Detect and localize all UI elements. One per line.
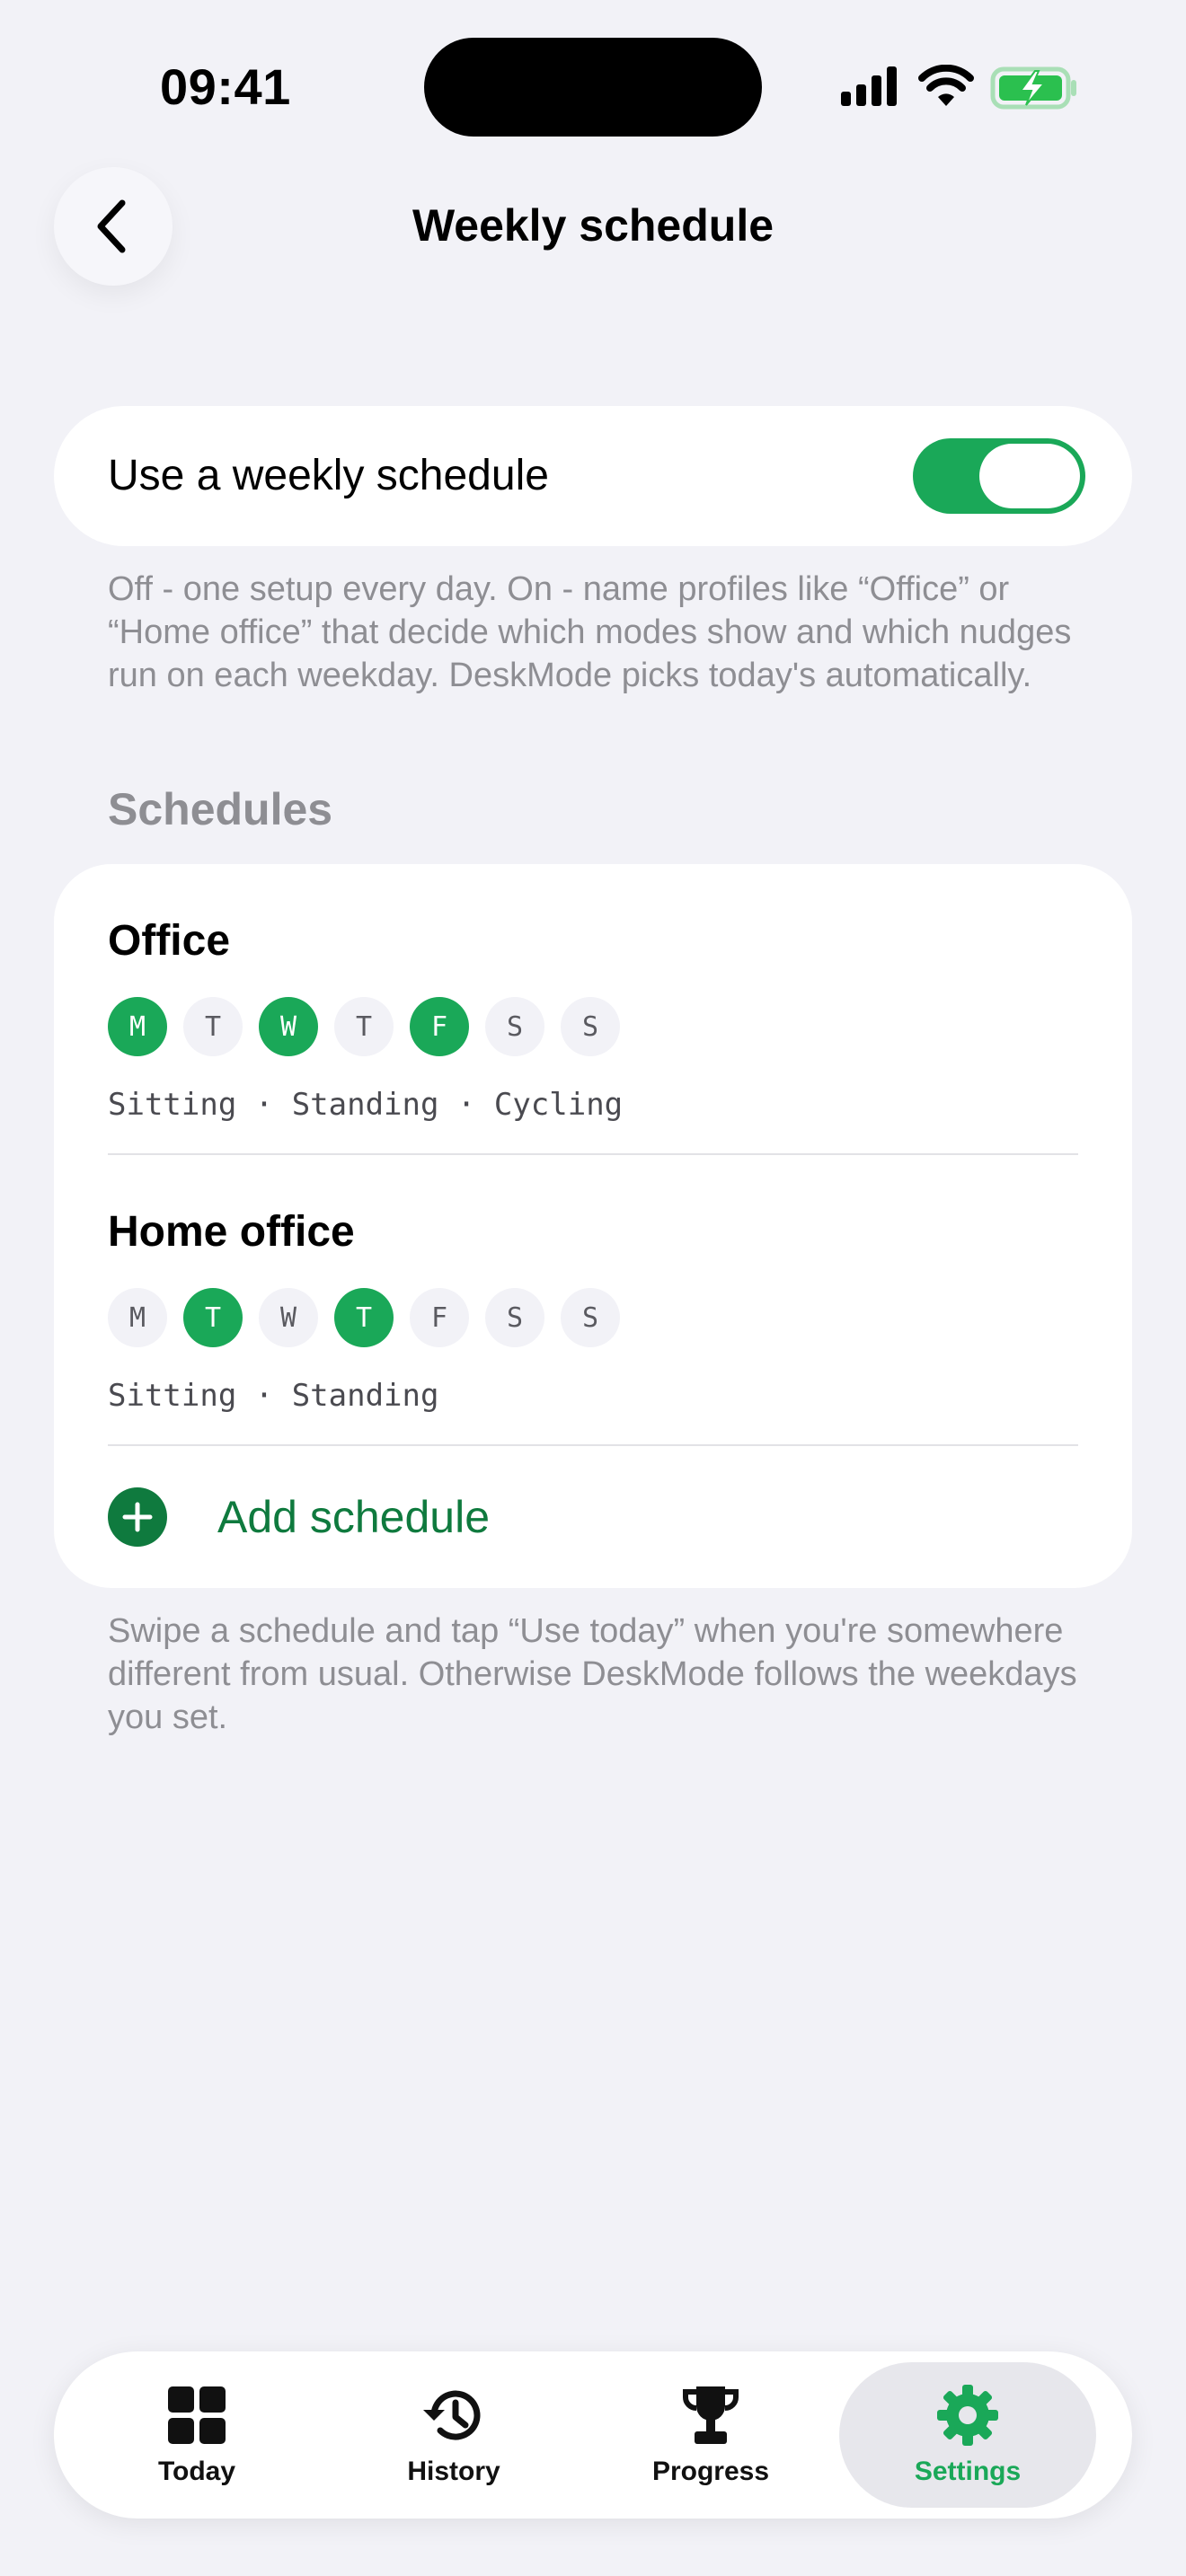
day-sunday: S (561, 997, 620, 1056)
weekly-schedule-label: Use a weekly schedule (108, 452, 549, 499)
day-saturday: S (485, 997, 544, 1056)
add-schedule-label: Add schedule (217, 1492, 491, 1542)
dynamic-island (424, 38, 762, 137)
plus-icon (108, 1487, 167, 1547)
tab-progress[interactable]: Progress (582, 2362, 839, 2508)
day-wednesday: W (259, 997, 318, 1056)
day-monday: M (108, 1288, 167, 1347)
day-thursday: T (334, 1288, 394, 1347)
tab-label: Settings (914, 2457, 1022, 2486)
day-sunday: S (561, 1288, 620, 1347)
page-title: Weekly schedule (412, 200, 774, 251)
cellular-signal-icon (841, 66, 897, 106)
weekly-schedule-switch[interactable] (913, 438, 1085, 514)
schedule-item-home-office[interactable]: Home office M T W T F S S Sitting · Stan… (108, 1207, 1078, 1414)
tab-history[interactable]: History (325, 2362, 582, 2508)
status-time: 09:41 (160, 58, 291, 115)
gear-icon (937, 2385, 998, 2446)
battery-charging-icon (990, 66, 1076, 110)
schedule-modes: Sitting · Standing · Cycling (108, 1087, 624, 1123)
day-wednesday: W (259, 1288, 318, 1347)
schedules-footer-note: Swipe a schedule and tap “Use today” whe… (108, 1612, 1077, 1736)
schedule-name: Office (108, 917, 231, 965)
trophy-icon (683, 2386, 739, 2444)
day-tuesday: T (183, 1288, 243, 1347)
day-monday: M (108, 997, 167, 1056)
history-icon (423, 2390, 481, 2440)
switch-knob (979, 444, 1080, 508)
schedule-name: Home office (108, 1208, 355, 1256)
schedule-item-office[interactable]: Office M T W T F S S Sitting · Standing … (108, 916, 1078, 1123)
tab-settings[interactable]: Settings (839, 2362, 1096, 2508)
grid-icon (168, 2386, 226, 2444)
divider (108, 1444, 1078, 1446)
tab-label: Today (157, 2457, 236, 2486)
add-schedule-button[interactable]: Add schedule (108, 1486, 490, 1548)
day-saturday: S (485, 1288, 544, 1347)
weekday-indicators: M T W T F S S (108, 997, 1078, 1056)
schedule-modes: Sitting · Standing (108, 1378, 439, 1414)
tab-bar: Today History Progress Settings (54, 2351, 1132, 2519)
divider (108, 1153, 1078, 1155)
weekday-indicators: M T W T F S S (108, 1288, 1078, 1347)
day-friday: F (410, 1288, 469, 1347)
tab-today[interactable]: Today (68, 2362, 325, 2508)
weekly-schedule-toggle-row: Use a weekly schedule (54, 406, 1132, 546)
day-tuesday: T (183, 997, 243, 1056)
tab-label: History (407, 2457, 500, 2486)
wifi-icon (918, 65, 974, 106)
tab-label: Progress (651, 2457, 770, 2486)
schedules-section-header: Schedules (108, 784, 333, 834)
day-friday: F (410, 997, 469, 1056)
day-thursday: T (334, 997, 394, 1056)
weekly-schedule-description: Off - one setup every day. On - name pro… (108, 570, 1072, 694)
schedules-list: Office M T W T F S S Sitting · Standing … (54, 864, 1132, 1588)
